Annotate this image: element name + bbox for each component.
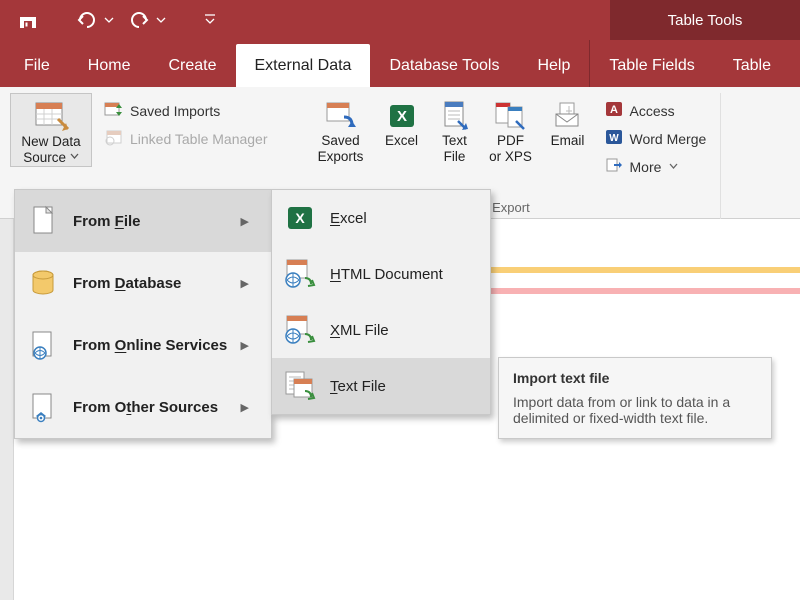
export-more-button[interactable]: More — [598, 153, 713, 180]
tab-help[interactable]: Help — [518, 44, 589, 87]
tab-table-fields[interactable]: Table Fields — [590, 44, 713, 87]
save-icon[interactable] — [18, 10, 38, 30]
tab-table[interactable]: Table — [714, 44, 790, 87]
tooltip-title: Import text file — [513, 370, 757, 386]
svg-text:X: X — [295, 210, 305, 226]
saved-imports-icon — [104, 100, 124, 121]
chevron-right-icon: ▶ — [241, 215, 249, 228]
tab-home[interactable]: Home — [69, 44, 150, 87]
svg-text:X: X — [397, 108, 407, 125]
from-online-services-icon — [25, 328, 61, 362]
submenu-html-document[interactable]: HTML Document — [272, 246, 490, 302]
saved-exports-button[interactable]: Saved Exports — [310, 93, 372, 165]
xml-file-icon — [282, 313, 318, 347]
word-icon: W — [604, 128, 624, 149]
menu-from-file[interactable]: From File ▶ — [15, 190, 271, 252]
nav-pane-gutter[interactable] — [0, 219, 14, 600]
export-email-button[interactable]: Email — [544, 93, 592, 149]
tab-create[interactable]: Create — [149, 44, 235, 87]
submenu-text-file[interactable]: Text File — [272, 358, 490, 414]
export-excel-button[interactable]: X Excel — [378, 93, 426, 149]
new-data-source-icon — [32, 98, 70, 134]
chevron-right-icon: ▶ — [241, 277, 249, 290]
pdf-xps-icon — [494, 97, 528, 133]
from-file-submenu: X Excel HTML Document XML File Text File — [271, 189, 491, 415]
email-icon — [553, 97, 583, 133]
text-file-icon — [440, 97, 470, 133]
from-other-sources-icon — [25, 390, 61, 424]
from-database-icon — [25, 266, 61, 300]
submenu-excel[interactable]: X Excel — [272, 190, 490, 246]
more-icon — [604, 156, 624, 177]
customize-qat-icon[interactable] — [204, 13, 216, 27]
excel-icon: X — [387, 97, 417, 133]
menu-from-other-sources[interactable]: From Other Sources ▶ — [15, 376, 271, 438]
html-document-icon — [282, 257, 318, 291]
menu-from-online-services[interactable]: From Online Services ▶ — [15, 314, 271, 376]
excel-icon: X — [282, 201, 318, 235]
saved-imports-button[interactable]: Saved Imports — [98, 97, 274, 124]
from-file-icon — [25, 204, 61, 238]
access-icon: A — [604, 100, 624, 121]
new-data-source-menu: From File ▶ From Database ▶ From Online … — [14, 189, 272, 439]
quick-access-toolbar — [0, 0, 610, 40]
menu-from-database[interactable]: From Database ▶ — [15, 252, 271, 314]
svg-text:A: A — [610, 104, 618, 116]
linked-table-manager-icon — [104, 128, 124, 149]
text-file-import-icon — [282, 369, 318, 403]
tab-external-data[interactable]: External Data — [236, 44, 371, 87]
contextual-tab-title: Table Tools — [610, 0, 800, 40]
undo-icon[interactable] — [76, 11, 98, 29]
tab-database-tools[interactable]: Database Tools — [370, 44, 518, 87]
redo-dropdown-icon[interactable] — [156, 15, 166, 25]
tooltip-body: Import data from or link to data in a de… — [513, 394, 757, 426]
undo-dropdown-icon[interactable] — [104, 15, 114, 25]
chevron-right-icon: ▶ — [241, 401, 249, 414]
export-pdf-button[interactable]: PDF or XPS — [484, 93, 538, 165]
svg-text:W: W — [609, 133, 619, 144]
tab-file[interactable]: File — [0, 44, 69, 87]
export-text-file-button[interactable]: Text File — [432, 93, 478, 165]
submenu-xml-file[interactable]: XML File — [272, 302, 490, 358]
export-word-merge-button[interactable]: W Word Merge — [598, 125, 713, 152]
redo-icon[interactable] — [128, 11, 150, 29]
export-access-button[interactable]: A Access — [598, 97, 713, 124]
ribbon-tabs: File Home Create External Data Database … — [0, 40, 800, 87]
title-bar: Table Tools — [0, 0, 800, 40]
new-data-source-button[interactable]: New Data Source — [10, 93, 92, 167]
tooltip: Import text file Import data from or lin… — [498, 357, 772, 439]
linked-table-manager-button: Linked Table Manager — [98, 125, 274, 152]
chevron-right-icon: ▶ — [241, 339, 249, 352]
saved-exports-icon — [324, 97, 358, 133]
